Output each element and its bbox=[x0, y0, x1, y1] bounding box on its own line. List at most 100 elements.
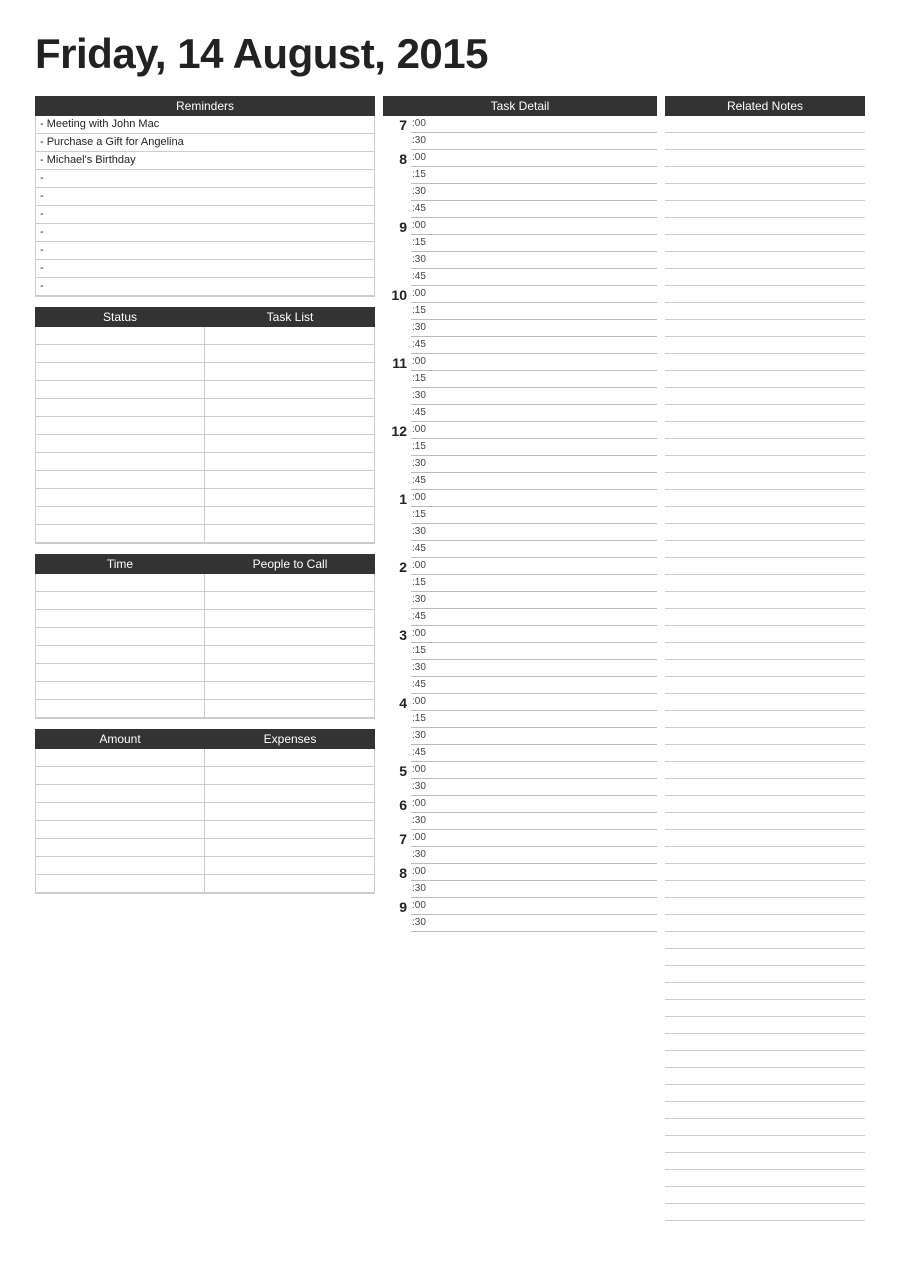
table-row bbox=[36, 592, 374, 610]
hour-row: 10:00:15:30:45 bbox=[383, 286, 657, 354]
reminder-item: - bbox=[36, 242, 374, 260]
notes-line bbox=[665, 745, 865, 762]
slot-label: :45 bbox=[411, 541, 433, 557]
notes-line bbox=[665, 711, 865, 728]
slot-label: :30 bbox=[411, 456, 433, 472]
left-column: Reminders - Meeting with John Mac - Purc… bbox=[35, 96, 375, 894]
slot-label: :15 bbox=[411, 371, 433, 387]
time-slot: :00 bbox=[411, 864, 657, 881]
slots: :00:15:30:45 bbox=[411, 558, 657, 626]
time-slot: :30 bbox=[411, 915, 657, 932]
slot-label: :30 bbox=[411, 592, 433, 608]
table-row bbox=[36, 489, 374, 507]
slots: :00:15:30:45 bbox=[411, 626, 657, 694]
slot-label: :00 bbox=[411, 762, 433, 778]
slot-label: :15 bbox=[411, 303, 433, 319]
slot-line bbox=[433, 184, 657, 200]
slot-label: :45 bbox=[411, 473, 433, 489]
time-slot: :00 bbox=[411, 150, 657, 167]
slot-label: :00 bbox=[411, 796, 433, 812]
hour-row: 9:00:15:30:45 bbox=[383, 218, 657, 286]
slot-label: :45 bbox=[411, 201, 433, 217]
table-row bbox=[36, 525, 374, 543]
notes-line bbox=[665, 235, 865, 252]
slot-line bbox=[433, 711, 657, 727]
notes-line bbox=[665, 592, 865, 609]
notes-line bbox=[665, 116, 865, 133]
slots: :00:30 bbox=[411, 898, 657, 932]
slot-label: :00 bbox=[411, 286, 433, 302]
notes-line bbox=[665, 881, 865, 898]
hour-label: 4 bbox=[383, 694, 411, 711]
slots: :00:30 bbox=[411, 864, 657, 898]
notes-line bbox=[665, 201, 865, 218]
time-slot: :00 bbox=[411, 422, 657, 439]
reminder-item: - Meeting with John Mac bbox=[36, 116, 374, 134]
expenses-header: Amount Expenses bbox=[35, 729, 375, 749]
notes-line bbox=[665, 660, 865, 677]
table-row bbox=[36, 646, 374, 664]
time-slot: :30 bbox=[411, 881, 657, 898]
time-slot: :15 bbox=[411, 643, 657, 660]
expenses-rows bbox=[35, 749, 375, 894]
notes-line bbox=[665, 779, 865, 796]
slot-label: :45 bbox=[411, 337, 433, 353]
time-slot: :00 bbox=[411, 558, 657, 575]
notes-line bbox=[665, 575, 865, 592]
slot-line bbox=[433, 252, 657, 268]
slot-line bbox=[433, 116, 657, 132]
slots: :00:15:30:45 bbox=[411, 218, 657, 286]
time-slot: :45 bbox=[411, 337, 657, 354]
notes-line bbox=[665, 1204, 865, 1221]
slot-label: :30 bbox=[411, 524, 433, 540]
table-row bbox=[36, 507, 374, 525]
slots: :00:15:30:45 bbox=[411, 490, 657, 558]
task-list-section: Status Task List bbox=[35, 307, 375, 544]
time-slot: :00 bbox=[411, 830, 657, 847]
people-call-label: People to Call bbox=[205, 554, 375, 574]
hour-row: 9:00:30 bbox=[383, 898, 657, 932]
slot-line bbox=[433, 133, 657, 149]
time-slot: :00 bbox=[411, 796, 657, 813]
slot-line bbox=[433, 422, 657, 438]
notes-lines bbox=[665, 116, 865, 1221]
notes-line bbox=[665, 813, 865, 830]
time-slot: :45 bbox=[411, 677, 657, 694]
notes-line bbox=[665, 864, 865, 881]
reminders-header: Reminders bbox=[35, 96, 375, 116]
slot-line bbox=[433, 541, 657, 557]
expenses-label: Expenses bbox=[205, 729, 375, 749]
slots: :00:15:30:45 bbox=[411, 422, 657, 490]
time-slot: :30 bbox=[411, 813, 657, 830]
time-slot: :00 bbox=[411, 626, 657, 643]
slot-line bbox=[433, 150, 657, 166]
table-row bbox=[36, 767, 374, 785]
reminder-item: - bbox=[36, 278, 374, 296]
notes-line bbox=[665, 898, 865, 915]
slot-label: :00 bbox=[411, 354, 433, 370]
hour-label: 8 bbox=[383, 864, 411, 881]
notes-line bbox=[665, 847, 865, 864]
notes-line bbox=[665, 337, 865, 354]
slot-line bbox=[433, 405, 657, 421]
table-row bbox=[36, 700, 374, 718]
slot-line bbox=[433, 660, 657, 676]
notes-line bbox=[665, 1051, 865, 1068]
notes-line bbox=[665, 966, 865, 983]
time-slot: :15 bbox=[411, 711, 657, 728]
time-slot: :00 bbox=[411, 116, 657, 133]
hour-label: 11 bbox=[383, 354, 411, 371]
hour-row: 8:00:15:30:45 bbox=[383, 150, 657, 218]
slot-label: :00 bbox=[411, 218, 433, 234]
task-detail-section: Task Detail 7:00:308:00:15:30:459:00:15:… bbox=[383, 96, 657, 932]
slot-line bbox=[433, 575, 657, 591]
notes-line bbox=[665, 286, 865, 303]
time-slot: :00 bbox=[411, 898, 657, 915]
slot-label: :30 bbox=[411, 881, 433, 897]
notes-line bbox=[665, 694, 865, 711]
related-notes-section: Related Notes bbox=[665, 96, 865, 1221]
reminders-section: Reminders - Meeting with John Mac - Purc… bbox=[35, 96, 375, 297]
slot-line bbox=[433, 286, 657, 302]
slot-label: :30 bbox=[411, 915, 433, 931]
table-row bbox=[36, 821, 374, 839]
